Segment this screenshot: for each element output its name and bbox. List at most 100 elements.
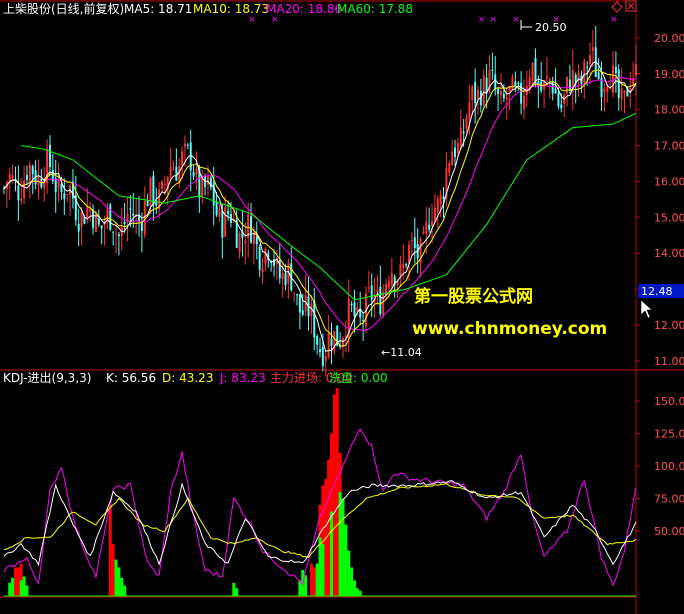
candle-up: [635, 64, 637, 76]
wash-bar: [123, 585, 127, 596]
price-tick-label: 14.00: [654, 247, 684, 260]
signal-marker: ×: [512, 15, 520, 25]
candle-down: [586, 66, 589, 68]
candle-up: [149, 177, 152, 206]
candle-down: [31, 166, 34, 175]
price-tick-label: 15.00: [654, 211, 684, 224]
candle-down: [48, 144, 51, 168]
kdj-title: KDJ-进出(9,3,3): [3, 371, 91, 385]
ma5-line: [3, 60, 637, 352]
candle-down: [25, 175, 28, 180]
wash-bar: [114, 559, 118, 596]
candle-up: [183, 143, 186, 147]
signal-marker: ×: [248, 15, 256, 25]
main-entry-bar: [309, 563, 313, 596]
candle-up: [623, 90, 626, 94]
candle-down: [405, 264, 408, 266]
candle-down: [319, 349, 321, 353]
candle-up: [456, 142, 459, 153]
candle-up: [402, 263, 405, 269]
candle-down: [462, 131, 465, 134]
wash-legend: 洗盘: 0.00: [329, 370, 388, 385]
ma5-legend: MA5: 18.71: [124, 2, 192, 16]
wash-bar: [117, 567, 121, 596]
wash-bar: [318, 537, 322, 596]
candle-down: [554, 89, 557, 94]
candle-up: [115, 233, 118, 235]
candle-up: [522, 95, 525, 109]
wash-bar: [355, 588, 359, 596]
candle-up: [422, 231, 425, 234]
candle-up: [244, 240, 247, 244]
kdj-tick-label: 75.00: [654, 493, 684, 506]
ma20-legend: MA20: 18.86: [266, 2, 342, 16]
candle-down: [129, 208, 132, 210]
stock-chart[interactable]: 20.0019.0018.0017.0016.0015.0014.0013.00…: [0, 0, 684, 614]
wash-bar: [347, 550, 351, 596]
candle-up: [181, 151, 184, 166]
candle-up: [477, 89, 479, 99]
kdj-tick-label: 100.00: [654, 460, 684, 473]
candle-down: [353, 302, 356, 317]
wash-bar: [120, 577, 124, 596]
j-legend: J: 83.23: [219, 371, 266, 385]
candle-up: [20, 198, 23, 201]
candle-up: [548, 79, 551, 81]
candle-down: [520, 82, 523, 104]
candle-up: [591, 47, 594, 51]
candle-up: [66, 193, 69, 195]
candle-up: [482, 75, 485, 105]
wash-bar: [8, 583, 12, 596]
candle-down: [350, 303, 353, 306]
candle-down: [517, 82, 520, 85]
wash-bar: [338, 492, 342, 596]
candle-up: [399, 264, 402, 277]
candle-up: [505, 97, 508, 100]
candle-up: [238, 233, 241, 253]
candle-up: [439, 194, 442, 204]
candle-up: [545, 76, 548, 79]
signal-marker: ×: [271, 15, 279, 25]
diamond-icon[interactable]: [611, 1, 623, 13]
price-tag[interactable]: 12.48: [638, 284, 684, 298]
candle-up: [261, 268, 264, 273]
wash-bar: [19, 580, 23, 596]
wash-bar: [25, 585, 29, 596]
candle-up: [410, 239, 413, 241]
candle-up: [468, 102, 471, 119]
candle-up: [459, 127, 462, 148]
candle-up: [451, 152, 454, 166]
wash-bar: [329, 511, 333, 596]
candle-down: [296, 294, 299, 296]
wash-bar: [358, 590, 362, 596]
main-entry-bar: [327, 459, 331, 596]
candle-down: [301, 310, 304, 315]
candle-down: [491, 69, 494, 71]
candle-down: [413, 237, 416, 249]
wash-bar: [235, 588, 239, 596]
d-legend: D: 43.23: [162, 371, 213, 385]
wash-bar: [344, 524, 348, 596]
candle-up: [583, 61, 586, 83]
candle-up: [11, 175, 14, 179]
candle-up: [143, 200, 146, 235]
candle-up: [387, 281, 390, 288]
candle-up: [28, 164, 31, 182]
candle-down: [258, 246, 261, 270]
wash-bar: [321, 544, 325, 596]
candle-down: [614, 66, 617, 74]
candle-down: [557, 93, 560, 107]
watermark-cn: 第一股票公式网: [414, 286, 533, 307]
wash-bar: [350, 567, 354, 596]
candle-up: [589, 54, 592, 64]
candle-down: [330, 338, 333, 346]
candle-up: [327, 333, 330, 358]
main-entry-bar: [335, 388, 339, 596]
signal-marker: ×: [478, 15, 486, 25]
price-tick-label: 17.00: [654, 140, 684, 153]
kdj-axis: 150.00 125.00 100.00 75.00 50.00: [636, 395, 684, 538]
candle-down: [175, 166, 178, 181]
candle-down: [117, 234, 120, 237]
candle-up: [620, 88, 623, 99]
candle-down: [474, 82, 477, 103]
